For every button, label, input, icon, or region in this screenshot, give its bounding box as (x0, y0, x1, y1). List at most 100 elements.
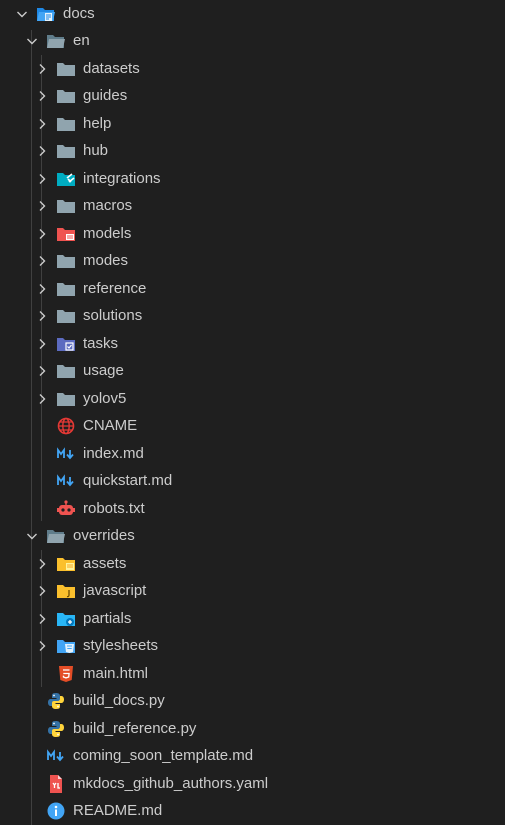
tree-label: CNAME (83, 417, 138, 435)
chevron-right-icon (39, 91, 46, 102)
folder-icon (57, 365, 75, 379)
javascript-folder-icon (57, 585, 75, 599)
tree-label: README.md (73, 802, 163, 820)
tree-folder-models[interactable]: models (0, 220, 505, 248)
tree-label: quickstart.md (83, 472, 173, 490)
folder-icon (57, 145, 75, 159)
tree-label: integrations (83, 169, 161, 187)
folder-icon (57, 117, 75, 131)
chevron-right-icon (39, 256, 46, 267)
tree-file-build-reference-py[interactable]: build_reference.py (0, 715, 505, 743)
tree-label: assets (83, 554, 127, 572)
tree-label: macros (83, 197, 133, 215)
tree-folder-help[interactable]: help (0, 110, 505, 138)
stylesheets-folder-icon (57, 640, 75, 654)
tree-folder-assets[interactable]: assets (0, 550, 505, 578)
chevron-right-icon (39, 173, 46, 184)
tree-file-main-html[interactable]: main.html (0, 660, 505, 688)
tree-folder-hub[interactable]: hub (0, 138, 505, 166)
tree-label: overrides (73, 527, 135, 545)
tree-folder-modes[interactable]: modes (0, 248, 505, 276)
integrations-folder-icon (57, 172, 75, 186)
tree-label: main.html (83, 664, 149, 682)
tree-folder-integrations[interactable]: integrations (0, 165, 505, 193)
tree-file-robots-txt[interactable]: robots.txt (0, 495, 505, 523)
tree-folder-datasets[interactable]: datasets (0, 55, 505, 83)
tree-label: coming_soon_template.md (73, 747, 254, 765)
chevron-right-icon (39, 613, 46, 624)
chevron-right-icon (39, 118, 46, 129)
tree-label: stylesheets (83, 637, 159, 655)
tree-folder-reference[interactable]: reference (0, 275, 505, 303)
folder-open-icon (47, 530, 65, 544)
globe-icon (57, 417, 75, 435)
chevron-right-icon (39, 393, 46, 404)
tree-folder-stylesheets[interactable]: stylesheets (0, 633, 505, 661)
folder-icon (57, 200, 75, 214)
tree-label: en (73, 32, 90, 50)
folder-icon (57, 392, 75, 406)
tree-folder-usage[interactable]: usage (0, 358, 505, 386)
chevron-right-icon (39, 283, 46, 294)
yaml-icon (50, 774, 62, 793)
chevron-right-icon (39, 228, 46, 239)
folder-icon (57, 255, 75, 269)
chevron-right-icon (39, 311, 46, 322)
chevron-right-icon (39, 366, 46, 377)
tree-folder-docs[interactable]: docs (0, 0, 505, 28)
tree-label: javascript (83, 582, 147, 600)
tree-label: build_reference.py (73, 719, 197, 737)
tree-file-mkdocs-github-authors-yaml[interactable]: mkdocs_github_authors.yaml (0, 770, 505, 798)
tree-label: solutions (83, 307, 143, 325)
chevron-right-icon (39, 558, 46, 569)
tree-label: index.md (83, 444, 144, 462)
tree-folder-en[interactable]: en (0, 28, 505, 56)
tree-folder-tasks[interactable]: tasks (0, 330, 505, 358)
folder-icon (57, 62, 75, 76)
tree-label: guides (83, 87, 128, 105)
tree-label: build_docs.py (73, 692, 165, 710)
tree-label: help (83, 114, 112, 132)
chevron-right-icon (39, 338, 46, 349)
tree-label: usage (83, 362, 124, 380)
tree-file-build-docs-py[interactable]: build_docs.py (0, 688, 505, 716)
chevron-right-icon (39, 146, 46, 157)
tree-folder-solutions[interactable]: solutions (0, 303, 505, 331)
markdown-icon (57, 447, 74, 460)
folder-icon (57, 282, 75, 296)
python-icon (48, 693, 64, 710)
file-explorer-tree: docs en datasets guides help hub integra… (0, 0, 505, 825)
tree-label: partials (83, 609, 132, 627)
markdown-icon (57, 474, 74, 487)
robot-icon (57, 500, 75, 515)
tree-folder-macros[interactable]: macros (0, 193, 505, 221)
tree-label: reference (83, 279, 147, 297)
folder-icon (57, 90, 75, 104)
partials-folder-icon (57, 612, 75, 626)
tree-label: models (83, 224, 132, 242)
folder-open-icon (47, 35, 65, 49)
tree-label: tasks (83, 334, 119, 352)
tree-folder-javascript[interactable]: javascript (0, 578, 505, 606)
tree-file-quickstart-md[interactable]: quickstart.md (0, 468, 505, 496)
tree-file-cname[interactable]: CNAME (0, 413, 505, 441)
tree-file-coming-soon-template-md[interactable]: coming_soon_template.md (0, 743, 505, 771)
python-icon (48, 720, 64, 737)
tree-folder-partials[interactable]: partials (0, 605, 505, 633)
chevron-down-icon (17, 11, 27, 18)
markdown-icon (47, 749, 64, 762)
folder-icon (57, 310, 75, 324)
chevron-right-icon (39, 586, 46, 597)
tree-label: yolov5 (83, 389, 127, 407)
tree-label: robots.txt (83, 499, 145, 517)
html5-icon (59, 665, 73, 682)
tree-folder-overrides[interactable]: overrides (0, 523, 505, 551)
tree-file-readme-md[interactable]: README.md (0, 798, 505, 825)
chevron-right-icon (39, 641, 46, 652)
tree-file-index-md[interactable]: index.md (0, 440, 505, 468)
tree-folder-yolov5[interactable]: yolov5 (0, 385, 505, 413)
tree-folder-guides[interactable]: guides (0, 83, 505, 111)
tasks-folder-icon (57, 337, 75, 351)
assets-folder-icon (57, 557, 75, 571)
tree-label: mkdocs_github_authors.yaml (73, 774, 269, 792)
